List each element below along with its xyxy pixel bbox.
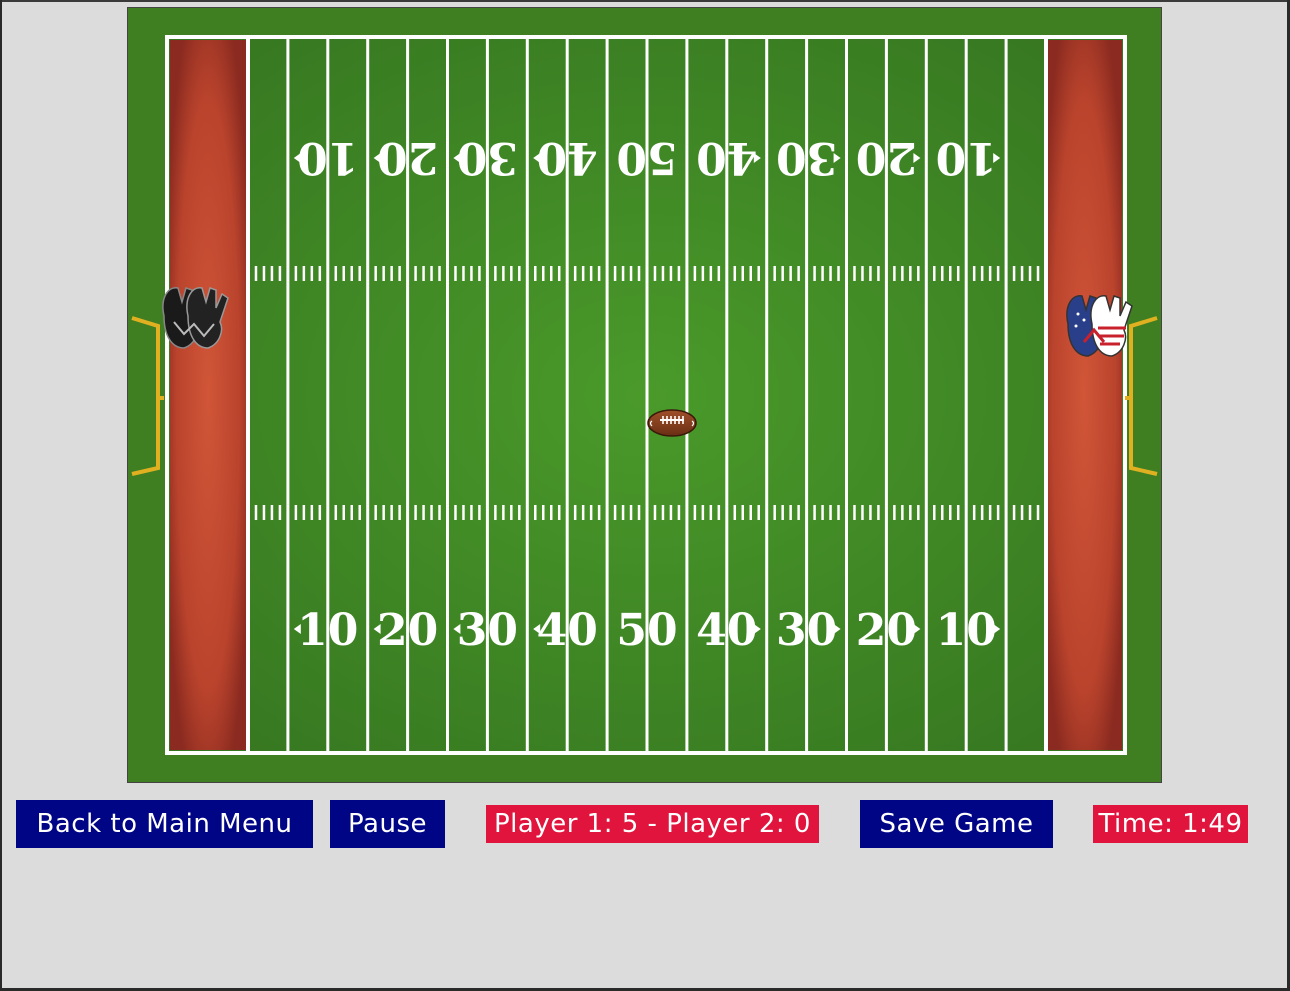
yard-number-top: 40 — [537, 132, 598, 183]
yard-number-top: 10 — [297, 132, 358, 183]
yard-number-top: 30 — [776, 132, 837, 183]
window-left-edge — [0, 0, 2, 991]
yard-number-bottom: 50 — [616, 605, 677, 656]
yard-number-bottom: 20 — [377, 605, 438, 656]
yard-number-top: 30 — [457, 132, 518, 183]
yard-number-bottom: 20 — [856, 605, 917, 656]
football-icon[interactable] — [647, 409, 697, 437]
yard-number-top: 20 — [377, 132, 438, 183]
score-display: Player 1: 5 - Player 2: 0 — [486, 805, 819, 843]
field-canvas: 10 20 30 40 50 40 30 20 10 10 20 30 40 50 40 30 20 10 — [128, 8, 1161, 782]
yard-number-bottom: 40 — [537, 605, 598, 656]
yard-number-top: 50 — [616, 132, 677, 183]
save-game-button[interactable]: Save Game — [860, 800, 1053, 848]
yard-number-bottom: 10 — [936, 605, 997, 656]
left-endzone — [170, 40, 246, 750]
yard-number-bottom: 40 — [696, 605, 757, 656]
yard-numbers-bottom: 10 20 30 40 50 40 30 20 10 — [293, 605, 1001, 656]
football-field[interactable]: 10 20 30 40 50 40 30 20 10 10 20 30 40 50 40 30 20 10 — [127, 7, 1162, 783]
yard-number-top: 10 — [936, 132, 997, 183]
yard-number-top: 20 — [856, 132, 917, 183]
yard-number-top: 40 — [696, 132, 757, 183]
yard-number-bottom: 30 — [776, 605, 837, 656]
yard-number-bottom: 10 — [297, 605, 358, 656]
right-endzone — [1046, 40, 1122, 750]
yard-numbers-top: 10 20 30 40 50 40 30 20 10 — [293, 132, 1001, 183]
yard-number-bottom: 30 — [457, 605, 518, 656]
window-top-edge — [0, 0, 1290, 2]
pause-button[interactable]: Pause — [330, 800, 445, 848]
time-display: Time: 1:49 — [1093, 805, 1248, 843]
back-to-main-menu-button[interactable]: Back to Main Menu — [16, 800, 313, 848]
